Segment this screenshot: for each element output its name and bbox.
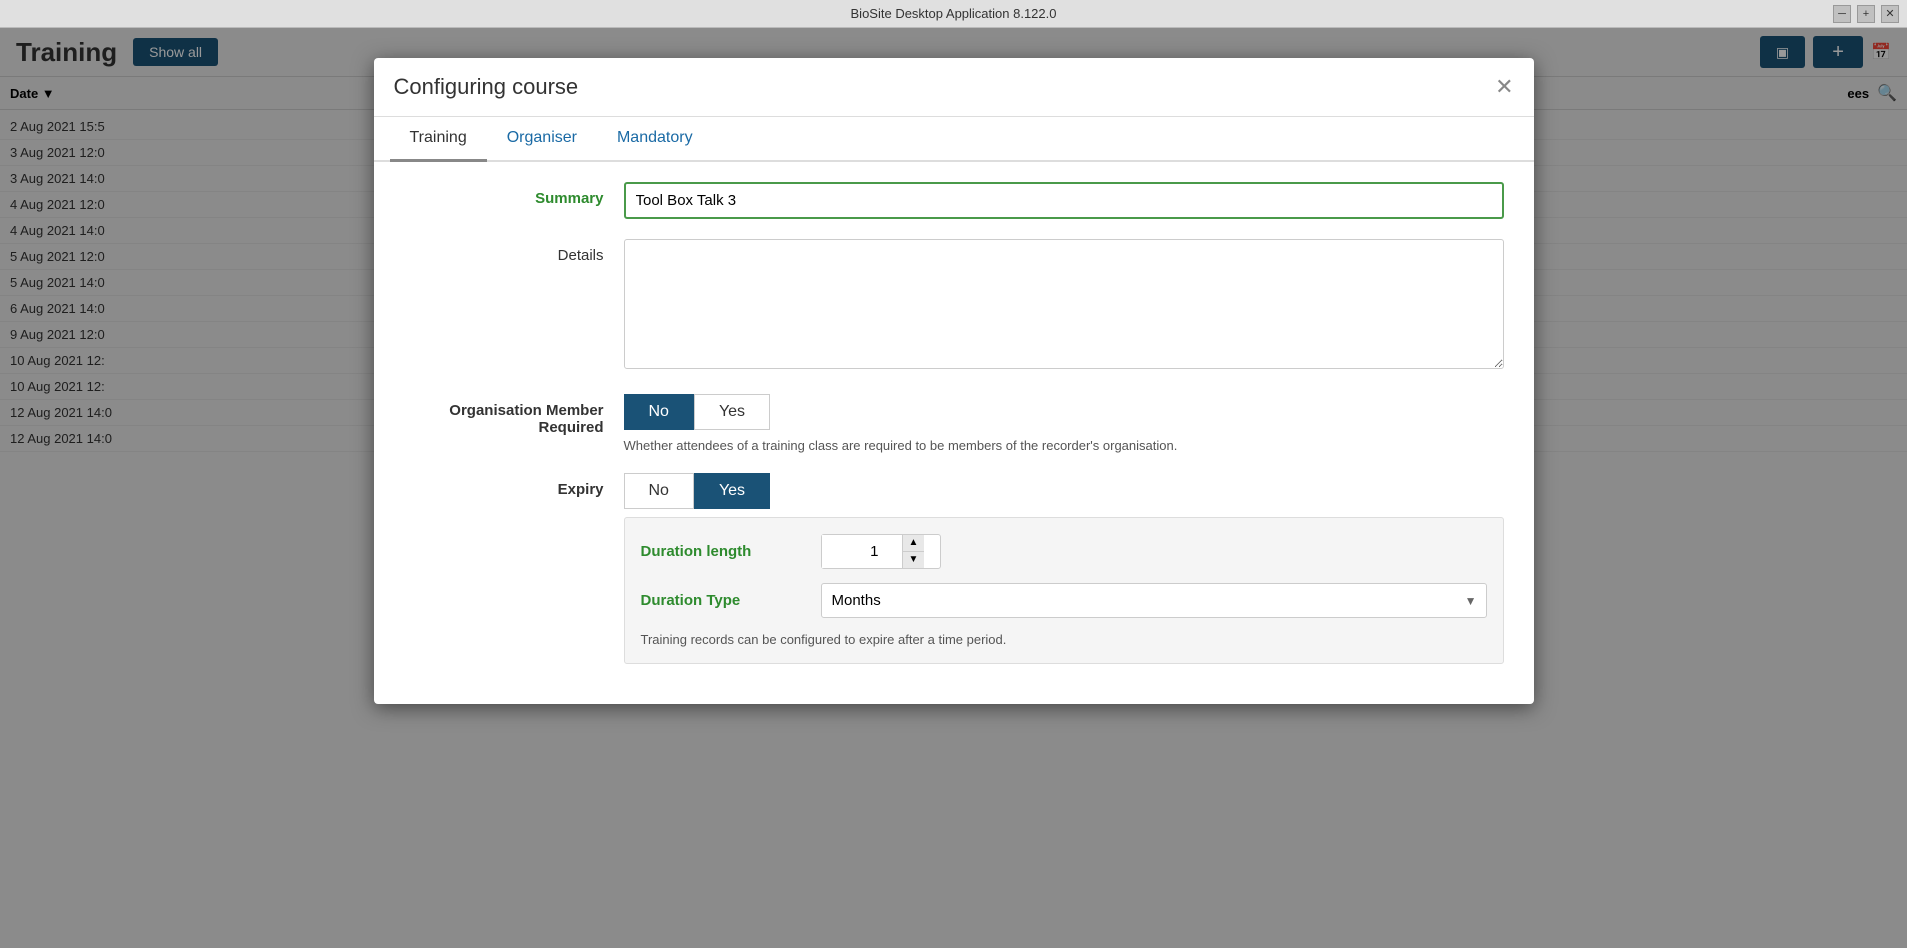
org-yes-button[interactable]: Yes — [694, 394, 770, 430]
org-member-help: Whether attendees of a training class ar… — [624, 438, 1504, 453]
duration-length-input[interactable] — [822, 535, 902, 568]
summary-input[interactable] — [624, 182, 1504, 219]
close-button[interactable]: ✕ — [1881, 5, 1899, 23]
summary-row: Summary — [404, 182, 1504, 219]
details-row: Details — [404, 239, 1504, 374]
org-member-toggle: No Yes — [624, 394, 1504, 430]
spinner-up-button[interactable]: ▲ — [903, 535, 925, 552]
expiry-yes-button[interactable]: Yes — [694, 473, 770, 509]
details-control — [624, 239, 1504, 374]
expiry-no-button[interactable]: No — [624, 473, 694, 509]
summary-control — [624, 182, 1504, 219]
spinner-down-button[interactable]: ▼ — [903, 552, 925, 568]
tab-mandatory[interactable]: Mandatory — [597, 117, 713, 162]
duration-length-row: Duration length ▲ ▼ — [641, 534, 1487, 569]
expiry-detail-section: Duration length ▲ ▼ — [624, 517, 1504, 664]
duration-type-row: Duration Type Days Weeks Months Years ▼ — [641, 583, 1487, 618]
modal-dialog: Configuring course ✕ Training Organiser … — [374, 58, 1534, 704]
details-textarea[interactable] — [624, 239, 1504, 369]
minimize-button[interactable]: ─ — [1833, 5, 1851, 23]
main-background: Training Show all ▣ + 📅 Date ▼ ees 🔍 2 A… — [0, 28, 1907, 948]
duration-length-label: Duration length — [641, 543, 821, 560]
org-member-row: Organisation MemberRequired No Yes Wheth… — [404, 394, 1504, 453]
org-member-control: No Yes Whether attendees of a training c… — [624, 394, 1504, 453]
org-member-label: Organisation MemberRequired — [404, 394, 624, 436]
modal-close-button[interactable]: ✕ — [1495, 76, 1513, 98]
modal-body: Summary Details Organisation MemberRequi… — [374, 162, 1534, 704]
duration-type-select[interactable]: Days Weeks Months Years — [821, 583, 1487, 618]
maximize-button[interactable]: + — [1857, 5, 1875, 23]
summary-label: Summary — [404, 182, 624, 207]
tab-training[interactable]: Training — [390, 117, 487, 162]
title-bar: BioSite Desktop Application 8.122.0 ─ + … — [0, 0, 1907, 28]
duration-length-input-wrap: ▲ ▼ — [821, 534, 941, 569]
expiry-row: Expiry No Yes Duration length — [404, 473, 1504, 664]
modal-overlay: Configuring course ✕ Training Organiser … — [0, 28, 1907, 948]
org-no-button[interactable]: No — [624, 394, 694, 430]
modal-title: Configuring course — [394, 74, 1496, 100]
modal-tabs: Training Organiser Mandatory — [374, 117, 1534, 162]
tab-organiser[interactable]: Organiser — [487, 117, 597, 162]
expiry-help-text: Training records can be configured to ex… — [641, 632, 1487, 647]
details-label: Details — [404, 239, 624, 264]
duration-type-select-wrap: Days Weeks Months Years ▼ — [821, 583, 1487, 618]
expiry-control: No Yes Duration length ▲ — [624, 473, 1504, 664]
spinner-buttons: ▲ ▼ — [902, 535, 925, 568]
duration-type-label: Duration Type — [641, 592, 821, 609]
expiry-toggle: No Yes — [624, 473, 1504, 509]
expiry-label: Expiry — [404, 473, 624, 498]
modal-header: Configuring course ✕ — [374, 58, 1534, 117]
app-title: BioSite Desktop Application 8.122.0 — [851, 6, 1057, 21]
